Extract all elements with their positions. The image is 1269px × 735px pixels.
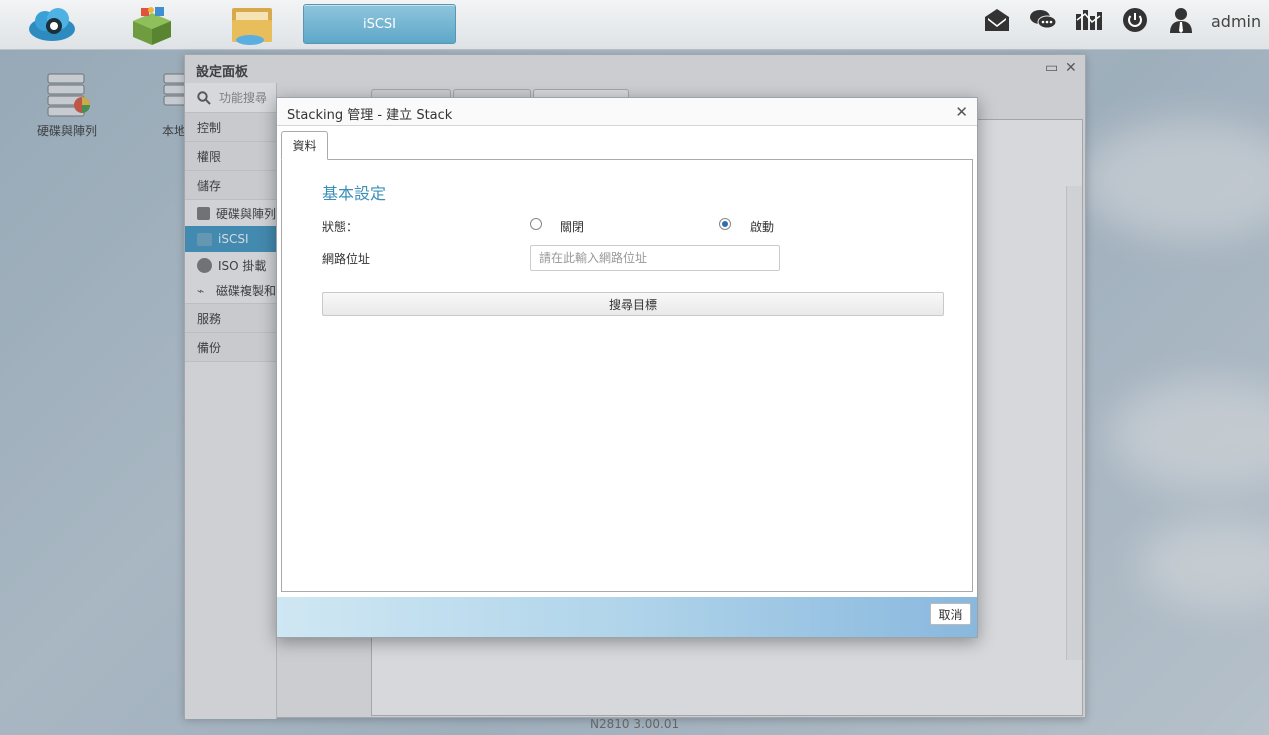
ip-address-input[interactable] (530, 245, 780, 271)
close-icon[interactable]: ✕ (955, 103, 968, 121)
create-stack-dialog: Stacking 管理 - 建立 Stack ✕ 資料 基本設定 狀態： 關閉 … (276, 97, 978, 638)
status-off-radio[interactable] (530, 218, 542, 230)
dialog-body: 基本設定 狀態： 關閉 啟動 網路位址 搜尋目標 (281, 159, 973, 592)
power-icon[interactable] (1121, 7, 1149, 33)
app-center-icon[interactable] (127, 4, 177, 46)
status-on-label[interactable]: 啟動 (750, 218, 774, 235)
dialog-title: Stacking 管理 - 建立 Stack (287, 108, 453, 123)
mail-icon[interactable] (983, 7, 1011, 33)
user-icon[interactable] (1167, 7, 1195, 33)
username-label[interactable]: admin (1211, 12, 1261, 31)
dialog-header: Stacking 管理 - 建立 Stack ✕ (277, 98, 977, 126)
task-iscsi[interactable]: iSCSI (303, 4, 456, 44)
cancel-button[interactable]: 取消 (930, 603, 971, 625)
dialog-footer: 取消 (277, 597, 977, 637)
status-on-radio[interactable] (719, 218, 731, 230)
section-title: 基本設定 (322, 184, 387, 203)
search-target-button[interactable]: 搜尋目標 (322, 292, 944, 316)
chat-icon[interactable] (1029, 7, 1057, 33)
cloud-app-icon[interactable] (27, 4, 77, 46)
tab-info[interactable]: 資料 (281, 131, 328, 160)
status-off-label[interactable]: 關閉 (560, 218, 584, 235)
top-taskbar: iSCSI admin (0, 0, 1269, 50)
monitor-icon[interactable] (1075, 7, 1103, 33)
status-label: 狀態： (322, 220, 359, 234)
file-manager-icon[interactable] (227, 4, 277, 46)
ip-address-label: 網路位址 (322, 252, 371, 266)
